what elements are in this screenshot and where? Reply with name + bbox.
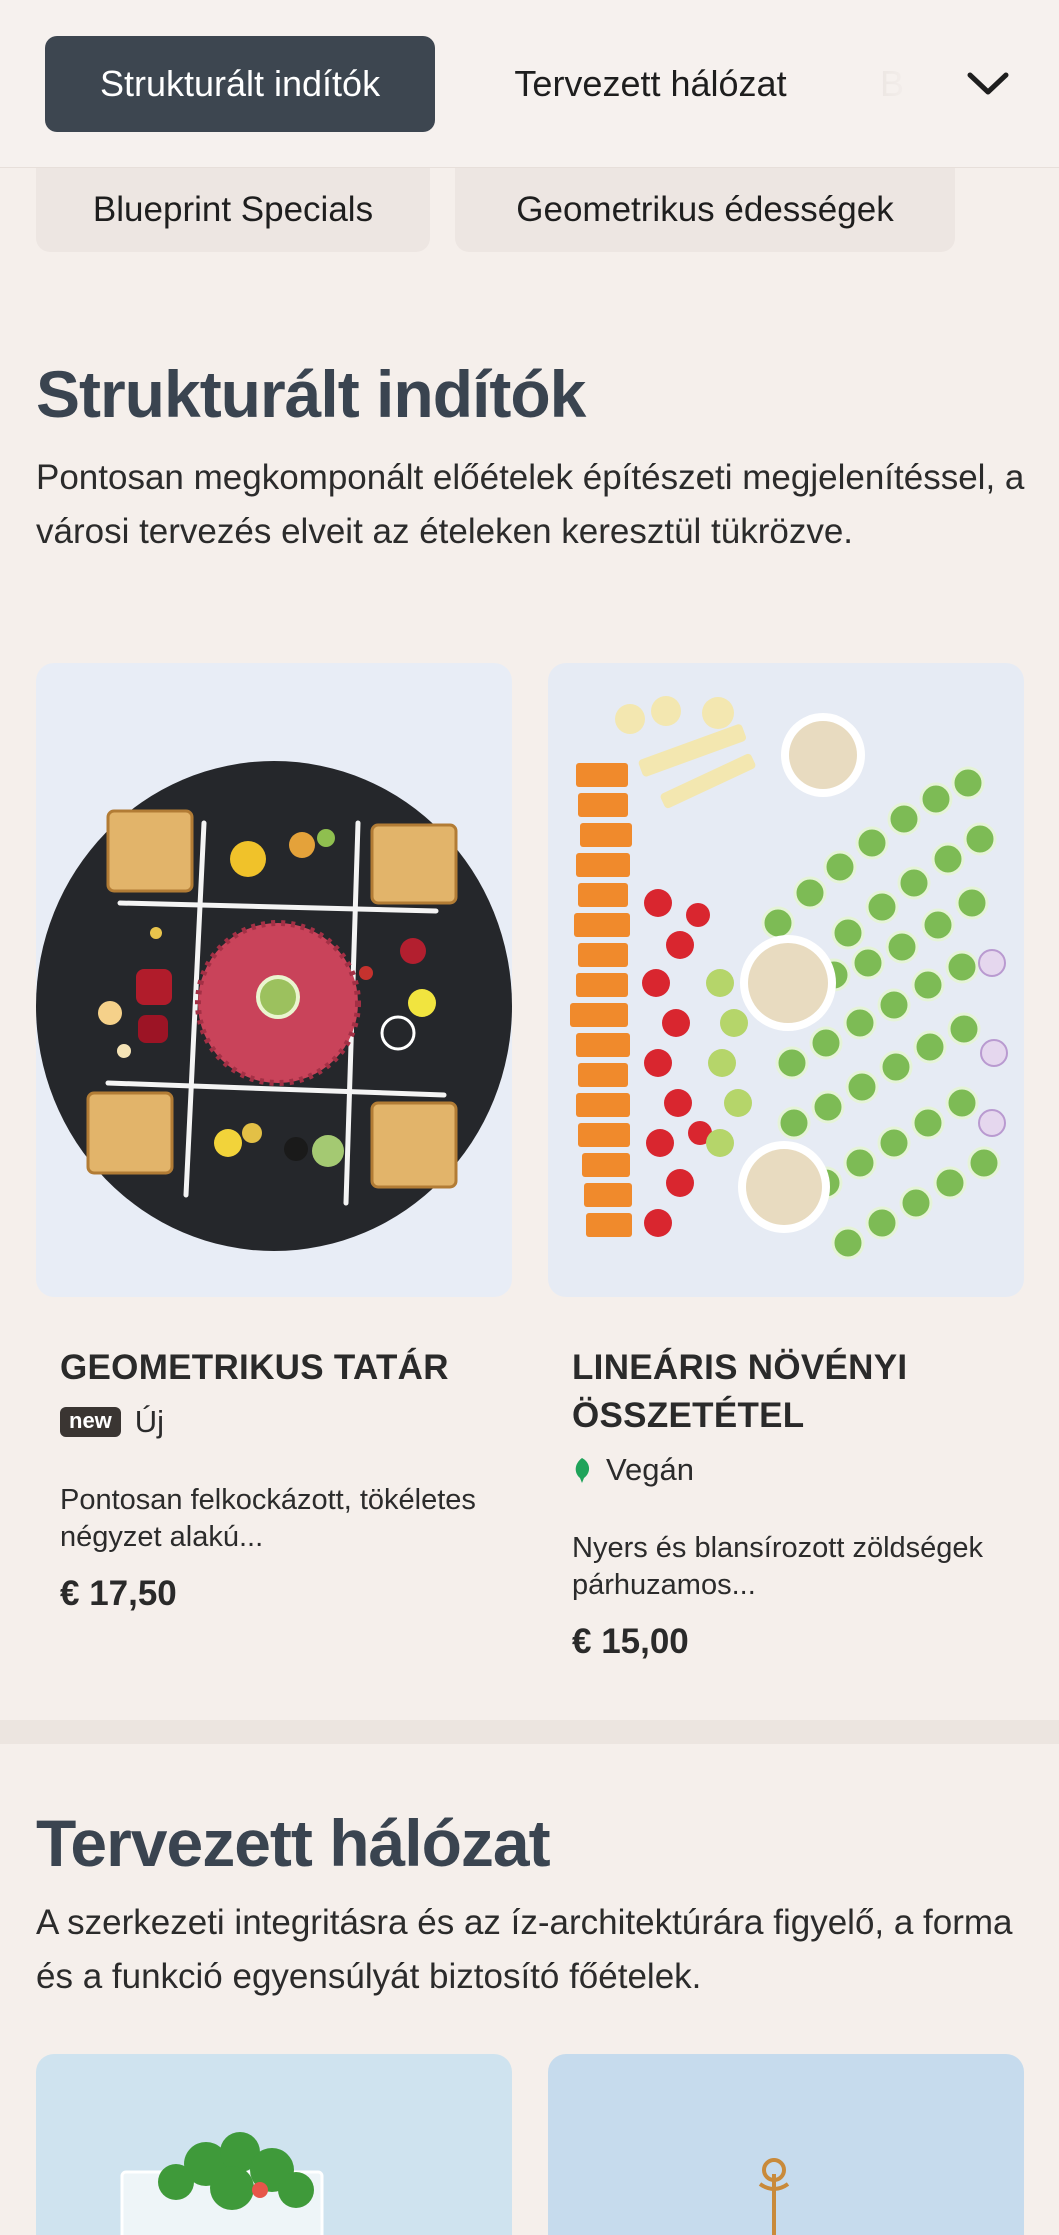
item-name: GEOMETRIKUS TATÁR — [60, 1348, 449, 1387]
chevron-down-icon[interactable] — [962, 58, 1014, 110]
main-course-image-1[interactable] — [36, 2054, 512, 2235]
section-title: Tervezett hálózat — [36, 1806, 551, 1880]
category-nav: Strukturált indítók Tervezett hálózat B — [0, 0, 1059, 168]
tab-strukturalt-inditok[interactable]: Strukturált indítók — [45, 36, 435, 132]
chip-blueprint-specials[interactable]: Blueprint Specials — [36, 168, 430, 252]
geometrikus-tatar-image[interactable] — [36, 663, 512, 1297]
item-description: Nyers és blansírozott zöldségek párhuzam… — [572, 1532, 984, 1601]
section-title: Strukturált indítók — [36, 357, 586, 431]
section-description: Pontosan megkomponált előételek építésze… — [36, 458, 1025, 551]
item-tag-row: Vegán — [572, 1452, 992, 1488]
item-description: Pontosan felkockázott, tökéletes négyzet… — [60, 1484, 476, 1553]
main-course-image-2[interactable] — [548, 2054, 1024, 2235]
item-name: LINEÁRIS NÖVÉNYI ÖSSZETÉTEL — [572, 1348, 908, 1435]
menu-item-linearis-novenyi-osszetetel[interactable]: LINEÁRIS NÖVÉNYI ÖSSZETÉTEL Vegán Nyers … — [572, 1344, 992, 1662]
item-price: € 17,50 — [60, 1574, 177, 1613]
menu-item-geometrikus-tatar[interactable]: GEOMETRIKUS TATÁR new Új Pontosan felkoc… — [60, 1344, 480, 1614]
item-tag: Vegán — [606, 1452, 694, 1487]
leaf-icon — [572, 1456, 592, 1484]
linearis-novenyi-osszetetel-image[interactable] — [548, 663, 1024, 1297]
section-divider — [0, 1720, 1059, 1744]
section-description: A szerkezeti integritásra és az íz-archi… — [36, 1903, 1013, 1996]
new-badge: new — [60, 1407, 121, 1437]
item-price: € 15,00 — [572, 1622, 689, 1661]
item-tag-row: new Új — [60, 1404, 480, 1440]
item-tag: Új — [134, 1404, 165, 1439]
chip-geometrikus-edessegek[interactable]: Geometrikus édességek — [455, 168, 955, 252]
tab-tervezett-halozat[interactable]: Tervezett hálózat — [478, 36, 823, 132]
